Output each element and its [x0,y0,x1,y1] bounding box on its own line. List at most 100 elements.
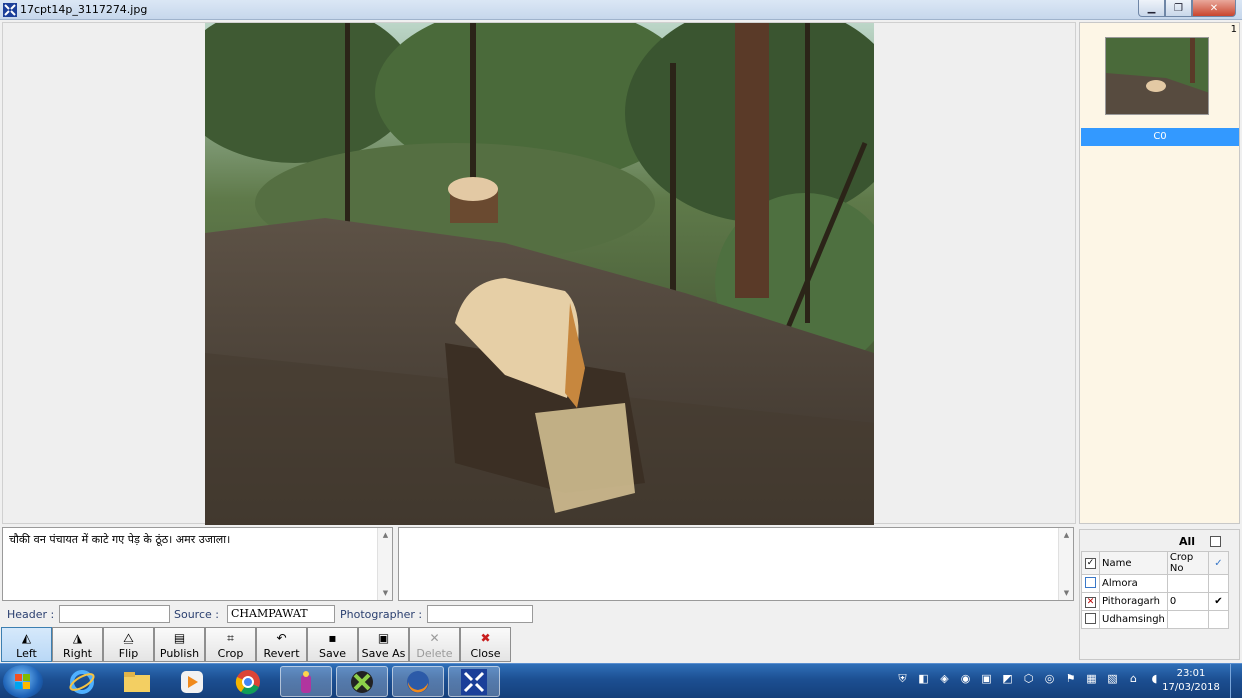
delete-icon: ✕ [429,631,440,645]
windows-logo-icon [15,674,30,689]
rotate-left-button[interactable]: ◭ Left [1,627,52,662]
close-icon: ✕ [1209,2,1219,14]
rotate-right-button[interactable]: ◮ Right [52,627,103,662]
save-button[interactable]: ▪ Save [307,627,358,662]
tray-app-icon[interactable]: ▦ [1081,672,1102,689]
revert-button[interactable]: ↶ Revert [256,627,307,662]
district-table: ✓ Name Crop No ✓ Almora ✕ Pithoragarh 0 … [1081,551,1229,629]
row-check [1207,574,1229,593]
row-check [1207,610,1229,629]
thumbnail-label-selected[interactable]: C0 [1081,128,1239,146]
tray-app-icon[interactable]: ◎ [1039,672,1060,689]
image-viewer[interactable] [2,22,1076,525]
clock-date: 17/03/2018 [1162,682,1220,693]
scroll-down-icon[interactable]: ▼ [378,586,393,600]
image-viewer-icon[interactable] [448,666,500,697]
system-tray: ⛨ ◧ ◈ ◉ ▣ ◩ ⬡ ◎ ⚑ ▦ ▧ ⌂ ◖ [892,672,1165,689]
show-desktop-button[interactable] [1230,664,1242,698]
minimize-icon: ▁ [1147,2,1156,14]
source-input[interactable]: CHAMPAWAT [227,605,335,623]
tray-app-icon[interactable]: ◈ [934,672,955,689]
photographer-label: Photographer : [340,608,423,621]
table-header-row: ✓ Name Crop No ✓ [1081,551,1229,575]
maximize-icon: ❐ [1174,2,1183,14]
rotate-left-icon: ◭ [21,631,32,645]
media-player-icon[interactable] [166,666,218,697]
publish-icon: ▤ [173,631,186,645]
header-input[interactable] [59,605,170,623]
column-header-check[interactable]: ✓ [1207,551,1229,575]
close-button[interactable]: ✖ Close [460,627,511,662]
close-red-x-icon: ✖ [480,631,491,645]
maximize-button[interactable]: ❐ [1165,0,1192,17]
chrome-icon[interactable] [222,666,274,697]
app-logo-icon [3,3,17,17]
minimize-button[interactable]: ▁ [1138,0,1165,17]
district-panel: All ✓ Name Crop No ✓ Almora ✕ Pithoragar… [1079,529,1240,660]
tray-app-icon[interactable]: ⬡ [1018,672,1039,689]
app-icon[interactable] [280,666,332,697]
title-bar: 17cpt14p_3117274.jpg ▁ ❐ ✕ [0,0,1242,20]
row-check: ✔ [1207,592,1229,611]
file-explorer-icon[interactable] [111,666,163,697]
header-label: Header : [7,608,55,621]
publish-button[interactable]: ▤ Publish [154,627,205,662]
tray-app-icon[interactable]: ▣ [976,672,997,689]
delete-button[interactable]: ✕ Delete [409,627,460,662]
caption-text: चौकी वन पंचायत में काटे गए पेड़ के ठूंठ।… [9,533,231,546]
caption-scrollbar[interactable]: ▲ ▼ [377,528,392,600]
flip-button[interactable]: ⧋ Flip [103,627,154,662]
table-row[interactable]: Almora [1081,574,1229,593]
flip-icon: ⧋ [123,631,134,645]
tray-app-icon[interactable]: ⌂ [1123,672,1144,689]
scroll-down-icon[interactable]: ▼ [1059,586,1074,600]
antivirus-icon[interactable]: ⛨ [892,672,913,689]
crop-no[interactable] [1166,574,1209,593]
close-window-button[interactable]: ✕ [1192,0,1236,17]
select-all-checkbox[interactable] [1210,536,1221,547]
scroll-up-icon[interactable]: ▲ [1059,528,1074,542]
tray-app-icon[interactable]: ◩ [997,672,1018,689]
source-label: Source : [174,608,219,621]
revert-icon: ↶ [276,631,287,645]
thumbnail-image[interactable] [1105,37,1209,115]
table-row[interactable]: Udhamsingh [1081,610,1229,629]
save-as-icon: ▣ [377,631,390,645]
select-all-label: All [1179,535,1196,548]
row-checkbox[interactable] [1085,576,1096,588]
metadata-fields: Header : Source : CHAMPAWAT Photographer… [2,604,1076,624]
app-icon[interactable] [336,666,388,697]
window-title: 17cpt14p_3117274.jpg [20,3,148,16]
crop-icon: ⌗ [227,631,234,645]
tray-app-icon[interactable]: ◉ [955,672,976,689]
action-toolbar: ◭ Left ◮ Right ⧋ Flip ▤ Publish ⌗ Crop ↶… [1,627,511,662]
notes-textarea[interactable]: ▲ ▼ [398,527,1074,601]
firefox-icon[interactable] [392,666,444,697]
select-all-row: All [1080,535,1239,549]
taskbar-clock[interactable]: 23:01 17/03/2018 [1160,667,1222,695]
thumbnail-count: 1 [1230,24,1237,35]
notes-scrollbar[interactable]: ▲ ▼ [1058,528,1073,600]
save-as-button[interactable]: ▣ Save As [358,627,409,662]
row-checkbox[interactable]: ✕ [1085,596,1096,608]
scroll-up-icon[interactable]: ▲ [378,528,393,542]
tray-app-icon[interactable]: ▧ [1102,672,1123,689]
caption-textarea[interactable]: चौकी वन पंचायत में काटे गए पेड़ के ठूंठ।… [2,527,393,601]
crop-no[interactable] [1166,610,1209,629]
column-header-crop-no[interactable]: Crop No [1166,551,1209,575]
row-checkbox[interactable] [1085,612,1096,624]
tray-app-icon[interactable]: ⚑ [1060,672,1081,689]
header-checkbox[interactable]: ✓ [1085,558,1096,569]
photographer-input[interactable] [427,605,533,623]
crop-button[interactable]: ⌗ Crop [205,627,256,662]
start-button[interactable] [3,665,43,698]
rotate-right-icon: ◮ [72,631,83,645]
district-name: Pithoragarh [1099,592,1168,611]
crop-no[interactable]: 0 [1166,592,1209,611]
table-row[interactable]: ✕ Pithoragarh 0 ✔ [1081,592,1229,611]
internet-explorer-icon[interactable] [56,666,108,697]
tray-app-icon[interactable]: ◧ [913,672,934,689]
column-header-name[interactable]: Name [1099,551,1168,575]
district-name: Udhamsingh [1099,610,1168,629]
taskbar: ⛨ ◧ ◈ ◉ ▣ ◩ ⬡ ◎ ⚑ ▦ ▧ ⌂ ◖ 23:01 17/03/20… [0,663,1242,698]
